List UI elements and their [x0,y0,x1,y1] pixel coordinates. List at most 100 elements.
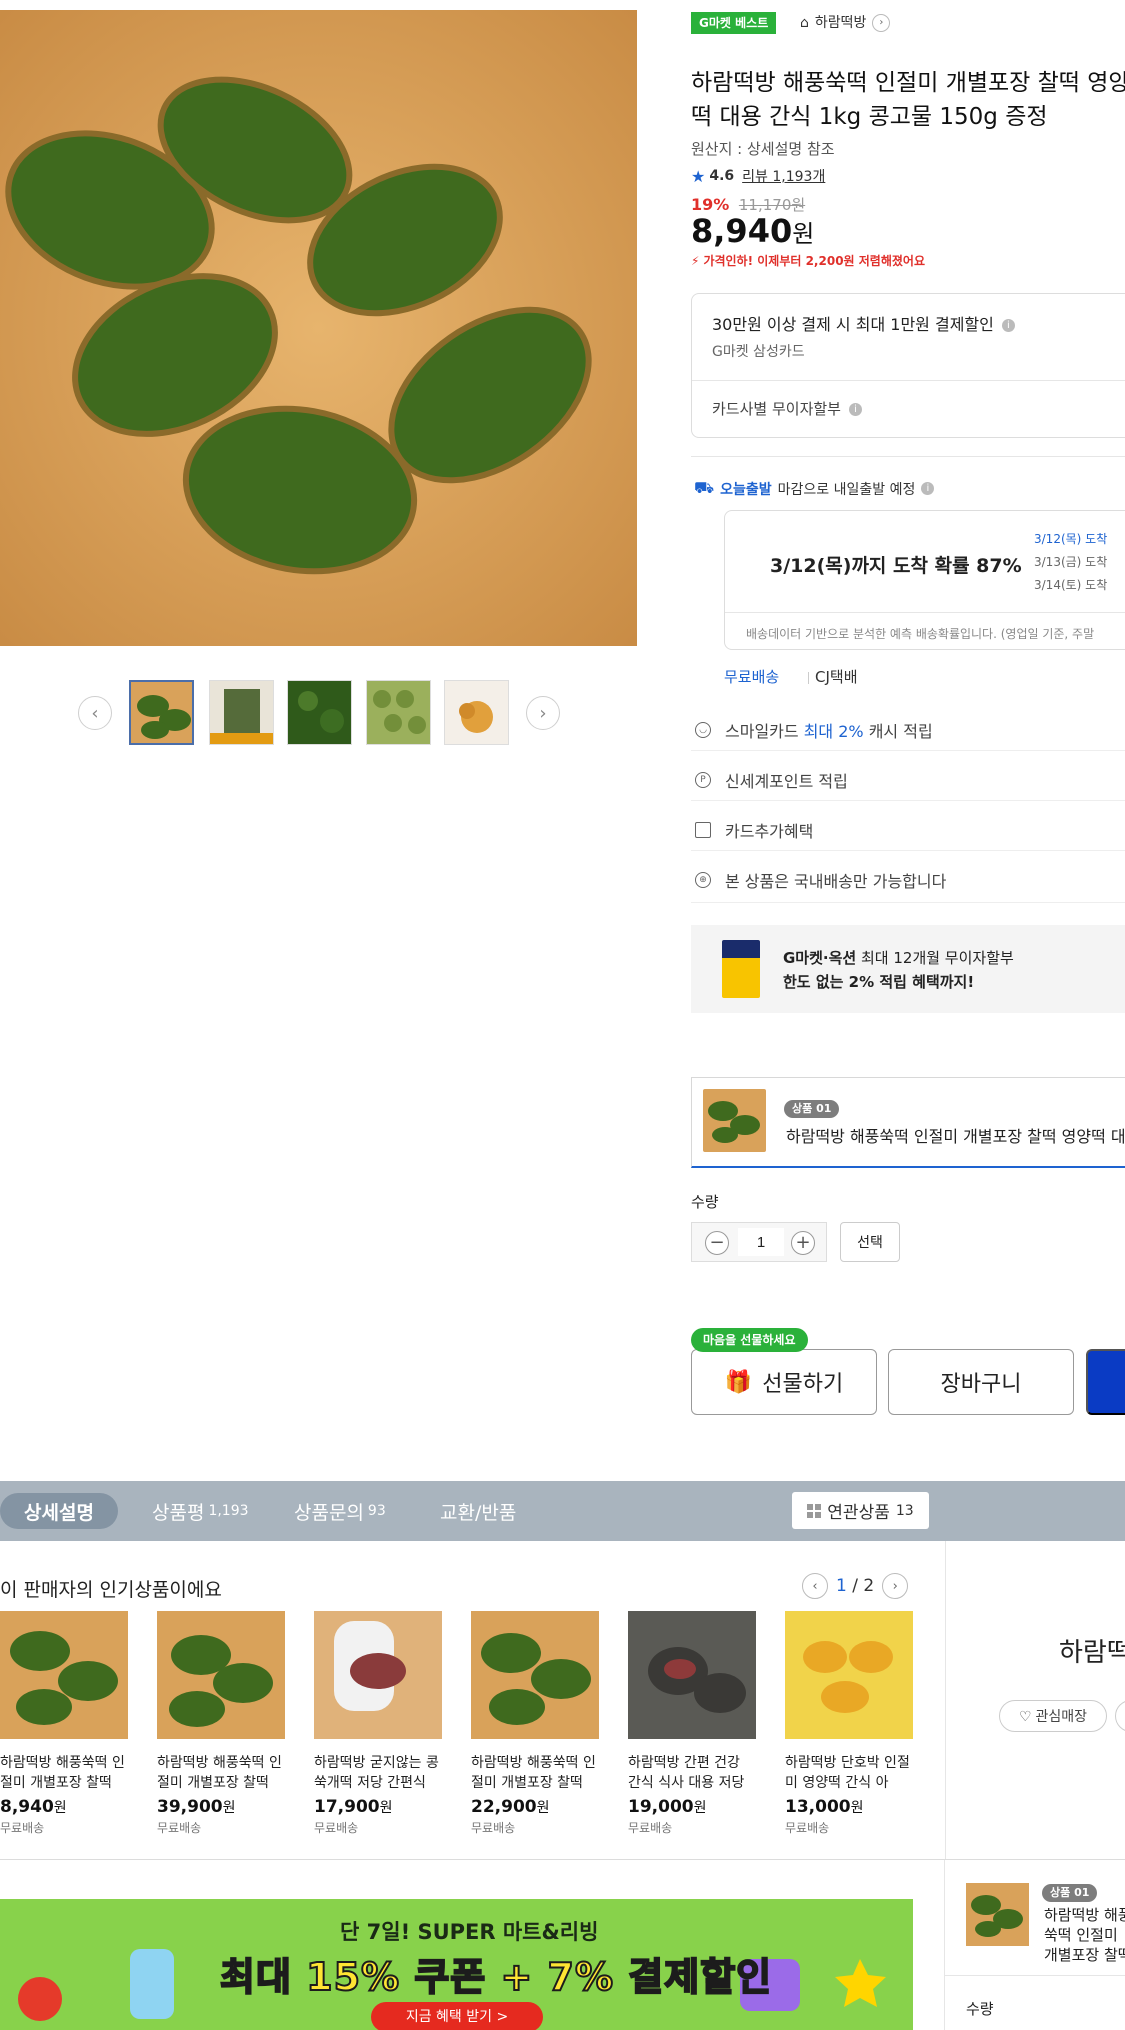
product-card[interactable]: 하람떡방 해풍쑥떡 인절미 개별포장 찰떡 ... 8,940원 무료배송 [0,1611,128,1836]
arrival-date: 3/13(금) 도착 [1034,555,1108,569]
store-link[interactable]: ⌂ 하람떡방 › [800,12,891,34]
divider [945,1975,1125,1976]
gift-button[interactable]: 🎁 선물하기 [691,1349,877,1415]
promo-text: G마켓·옥션 최대 12개월 무이자할부 한도 없는 2% 적립 혜택까지! [783,949,1014,991]
product-card[interactable]: 하람떡방 간편 건강 간식 식사 대용 저당 흑... 19,000원 무료배송 [628,1611,756,1836]
courier: CJ택배 [808,666,858,687]
gift-label: 선물하기 [762,1371,844,1396]
arrival-date: 3/12(목) 도착 [1034,532,1108,546]
select-button[interactable]: 선택 [840,1222,900,1262]
divider [691,456,1125,457]
info-icon[interactable]: i [1001,319,1015,332]
banner-cta-button[interactable]: 지금 혜택 받기 > [371,2002,543,2030]
thumbnail-1[interactable] [129,680,194,745]
product-name: 하람떡방 해풍쑥떡 인절미 개별포장 찰떡 ... [157,1755,282,1791]
card-discount-title[interactable]: 30만원 이상 결제 시 최대 1만원 결제할인 i [712,311,1015,335]
star-icon: ★ [691,166,706,186]
product-shipping: 무료배송 [785,1821,830,1835]
shipping-line: ⛟ 오늘출발 마감으로 내일출발 예정 i [694,478,935,499]
benefit-text: 본 상품은 국내배송만 가능합니다 [725,872,947,891]
thumbnail-4[interactable] [366,680,431,745]
increase-button[interactable]: + [791,1231,815,1255]
tab-detail[interactable]: 상세설명 [0,1493,118,1529]
main-product-image [0,10,637,646]
benefit-smilecard[interactable]: ◡ 스마일카드 최대 2% 캐시 적립 [695,718,933,742]
related-products-button[interactable]: 연관상품 13 [792,1492,929,1529]
origin-text: 원산지 : 상세설명 참조 [691,140,835,158]
benefit-ssg-point[interactable]: P 신세계포인트 적립 [695,768,848,792]
prev-page-button[interactable]: ‹ [802,1573,828,1599]
sale-price: 8,940원 [691,212,814,250]
price-unit: 원 [792,220,815,248]
heart-icon: ♡ [1018,1707,1032,1724]
bolt-icon: ⚡ [691,253,700,268]
product-name: 하람떡방 간편 건강 간식 식사 대용 저당 흑... [628,1755,745,1791]
divider [691,750,1125,751]
card-discount-sub: G마켓 삼성카드 [712,344,805,360]
next-page-button[interactable]: › [882,1573,909,1599]
benefit-card-extra[interactable]: 카드추가혜택 [695,818,813,842]
benefit-domestic-only: ⊕ 본 상품은 국내배송만 가능합니다 [695,868,946,892]
popular-title: 이 판매자의 인기상품이에요 [0,1579,222,1601]
product-card[interactable]: 하람떡방 해풍쑥떡 인절미 개별포장 찰떡 ... 39,900원 무료배송 [157,1611,285,1836]
tab-qna[interactable]: 상품문의 93 [294,1493,386,1529]
tab-exchange[interactable]: 교환/반품 [440,1493,516,1529]
favorite-label: 관심매장 [1035,1708,1088,1724]
review-link[interactable]: 리뷰 1,193개 [742,166,825,186]
ship-text: 마감으로 내일출발 예정 [777,481,916,498]
quantity-input[interactable] [738,1228,784,1256]
store-secondary-button[interactable] [1115,1700,1125,1732]
store-panel-name: 하람떡방 [1059,1638,1125,1668]
divider [691,850,1125,851]
product-price: 13,000원 [785,1797,864,1817]
favorite-store-button[interactable]: ♡ 관심매장 [999,1700,1107,1732]
product-card[interactable]: 하람떡방 굳지않는 콩쑥개떡 저당 간편식 ... 17,900원 무료배송 [314,1611,442,1836]
decrease-button[interactable]: − [705,1231,729,1255]
product-price: 17,900원 [314,1797,393,1817]
credit-card-icon [722,940,760,998]
today-ship-badge: 오늘출발 [720,481,772,498]
card-discount-label: 30만원 이상 결제 시 최대 1만원 결제할인 [712,315,994,334]
info-icon[interactable]: i [848,403,862,416]
thumb-prev-button[interactable]: ‹ [78,696,112,730]
option-title: 하람떡방 해풍쑥떡 인절미 개별포장 찰떡 영양떡 대용 간식 [786,1127,1125,1146]
product-card[interactable]: 하람떡방 해풍쑥떡 인절미 개별포장 찰떡 ... 22,900원 무료배송 [471,1611,599,1836]
thumb-next-button[interactable]: › [526,696,560,730]
sticky-quantity-label: 수량 [966,2000,994,2018]
sticky-thumbnail [966,1883,1029,1946]
arrival-date: 3/14(토) 도착 [1034,578,1108,592]
chevron-right-icon: › [872,14,891,32]
point-icon: P [695,772,711,788]
product-title: 하람떡방 해풍쑥떡 인절미 개별포장 찰떡 영양떡 대용 간식 1kg 콩고물 … [691,70,1125,130]
arrival-date-list: 3/12(목) 도착 3/13(금) 도착 3/14(토) 도착 [1034,528,1107,597]
thumbnail-3[interactable] [287,680,352,745]
product-name: 하람떡방 해풍쑥떡 인절미 개별포장 찰떡 ... [471,1755,596,1791]
product-card[interactable]: 하람떡방 단호박 인절미 영양떡 간식 아침... 13,000원 무료배송 [785,1611,913,1836]
divider [945,1541,946,1860]
card-icon [695,822,711,838]
related-label: 연관상품 [827,1503,890,1523]
divider [725,612,1125,613]
sticky-option-badge: 상품 01 [1042,1884,1098,1902]
info-icon[interactable]: i [921,482,935,495]
installment-row[interactable]: 카드사별 무이자할부 i [712,398,862,419]
product-shipping: 무료배송 [0,1821,45,1835]
buy-button[interactable] [1086,1349,1125,1415]
product-price: 19,000원 [628,1797,707,1817]
thumbnail-2[interactable] [209,680,274,745]
globe-icon: ⊕ [695,872,711,888]
rating-row: ★ 4.6 리뷰 1,193개 [691,166,825,186]
tab-reviews[interactable]: 상품평 1,193 [152,1493,249,1529]
gift-tooltip: 마음을 선물하세요 [691,1328,808,1352]
quantity-label: 수량 [691,1193,719,1211]
product-shipping: 무료배송 [314,1821,359,1835]
divider [692,380,1125,381]
cart-button[interactable]: 장바구니 [888,1349,1074,1415]
store-name: 하람떡방 [814,15,867,31]
price-drop-note: ⚡ 가격인하! 이제부터 2,200원 저렴해졌어요 [691,252,925,269]
product-name: 하람떡방 해풍쑥떡 인절미 개별포장 찰떡 ... [0,1755,125,1791]
product-image [471,1611,599,1739]
banner-line2: 최대 15% 쿠폰 + 7% 결제할인 [219,1954,773,2000]
arrival-probability: 3/12(목)까지 도착 확률 87% [770,555,1022,577]
thumbnail-5[interactable] [444,680,509,745]
